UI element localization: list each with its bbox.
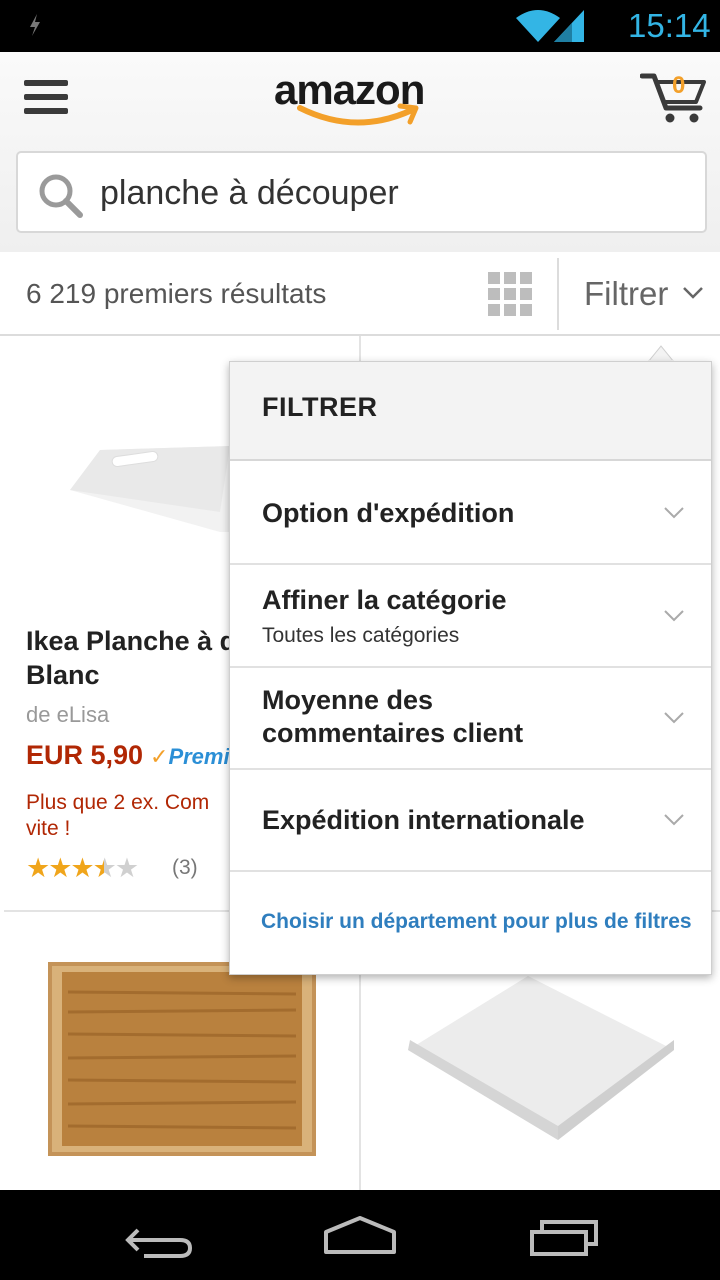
stock-line: vite ! (26, 817, 71, 840)
chevron-down-icon[interactable] (682, 286, 704, 300)
back-icon[interactable] (124, 1222, 194, 1262)
chevron-down-icon (664, 610, 684, 622)
filter-option-value: Toutes les catégories (262, 624, 460, 647)
clock: 15:14 (628, 7, 711, 44)
home-icon[interactable] (322, 1216, 398, 1256)
results-bar: 6 219 premiers résultats Filtrer (0, 252, 720, 336)
filter-option-shipping[interactable]: Option d'expédition (230, 463, 711, 565)
popover-arrow (648, 345, 674, 362)
product-seller: de eLisa (26, 702, 110, 727)
filter-option-label: Option d'expédition (262, 498, 515, 528)
prime-label: Premi (168, 744, 230, 769)
star-rating: ★★★★★ (26, 853, 139, 883)
chevron-down-icon (664, 814, 684, 826)
prime-badge: ✓Premi (150, 744, 230, 770)
search-query: planche à découper (100, 174, 399, 212)
product-price: EUR 5,90 (26, 740, 144, 770)
filter-option-label-line: commentaires client (262, 718, 524, 748)
results-count: 6 219 premiers résultats (26, 278, 327, 309)
cart-count: 0 (672, 72, 686, 99)
filter-panel-header: FILTRER (230, 362, 711, 461)
filter-option-label: Expédition internationale (262, 805, 585, 835)
app-header: amazon 0 planche à découper (0, 52, 720, 252)
stock-line: Plus que 2 ex. Com (26, 791, 210, 814)
search-input[interactable]: planche à découper (16, 151, 707, 233)
filter-option-category[interactable]: Affiner la catégorie Toutes les catégori… (230, 566, 711, 668)
cart-button[interactable]: 0 (639, 70, 708, 124)
divider (557, 258, 559, 330)
department-filters-link[interactable]: Choisir un département pour plus de filt… (261, 910, 692, 934)
filter-panel: FILTRER Option d'expédition Affiner la c… (229, 361, 712, 975)
navigation-bar (0, 1190, 720, 1280)
chevron-down-icon (664, 507, 684, 519)
recent-apps-icon[interactable] (528, 1218, 600, 1258)
search-icon (39, 174, 83, 218)
filter-option-label-line: Moyenne des (262, 685, 434, 715)
chevron-down-icon (664, 712, 684, 724)
status-bar: 15:14 (0, 0, 720, 52)
product-image[interactable] (408, 976, 674, 1140)
amazon-logo[interactable]: amazon (274, 66, 446, 130)
filter-option-rating[interactable]: Moyenne des commentaires client (230, 668, 711, 770)
filter-option-international[interactable]: Expédition internationale (230, 770, 711, 872)
menu-icon[interactable] (24, 80, 68, 118)
filter-option-label: Affiner la catégorie (262, 585, 507, 615)
prime-check-icon: ✓ (150, 744, 169, 769)
charging-icon (30, 14, 40, 36)
signal-icon (554, 10, 584, 42)
logo-smile-icon (297, 103, 419, 126)
filter-button[interactable]: Filtrer (584, 272, 668, 316)
grid-view-icon[interactable] (488, 272, 532, 316)
filter-option-label: Moyenne des commentaires client (262, 684, 523, 750)
review-count[interactable]: (3) (172, 856, 198, 880)
filter-panel-title: FILTRER (262, 392, 378, 422)
stock-warning: Plus que 2 ex. Com vite ! (26, 790, 209, 842)
product-image[interactable] (48, 962, 316, 1156)
